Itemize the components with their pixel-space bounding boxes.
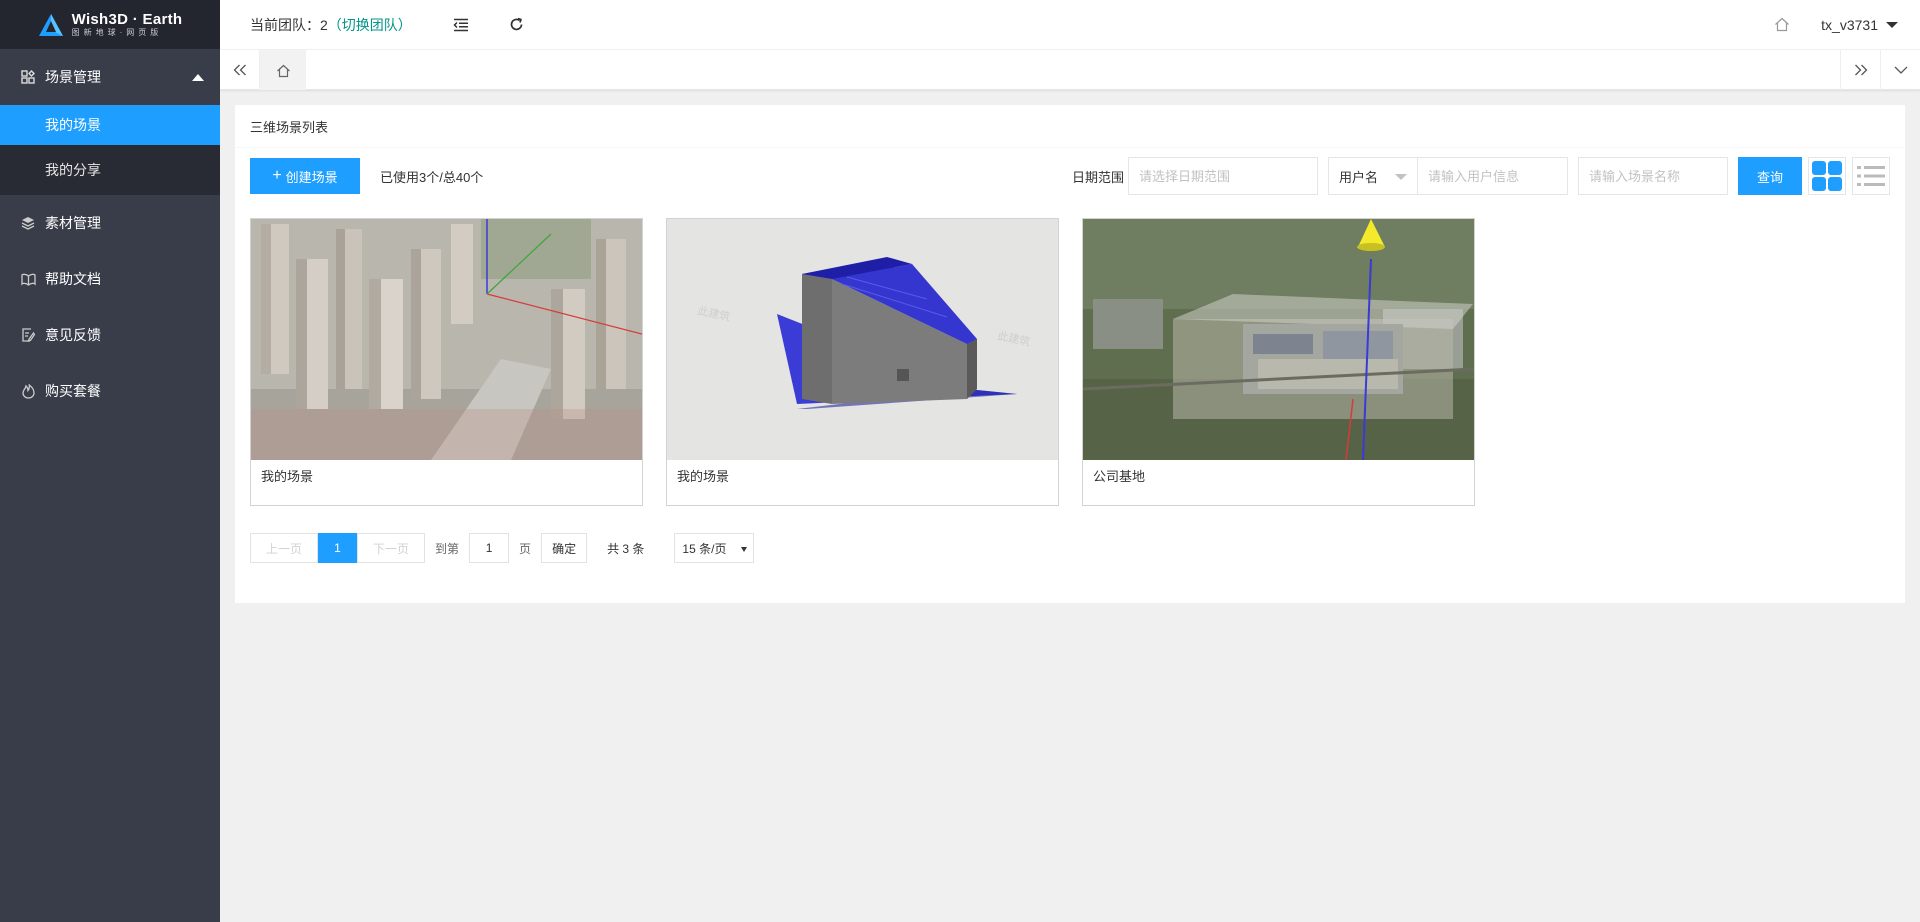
date-range-label: 日期范围 <box>1071 169 1124 185</box>
scene-card[interactable]: 此建筑 此建筑 我的场景 <box>666 218 1059 506</box>
total-count: 共 3 条 <box>607 541 645 556</box>
scene-name-input[interactable] <box>1578 157 1728 195</box>
sidebar-item-label: 购买套餐 <box>45 383 101 399</box>
user-info-input[interactable] <box>1418 157 1568 195</box>
sidebar-item-label: 素材管理 <box>45 215 101 231</box>
user-field-select[interactable]: 用户名 <box>1328 157 1418 195</box>
feedback-icon <box>20 327 36 343</box>
scene-list-card: 三维场景列表 + 创建场景 已使用3个/总40个 日期范围 用户名 查询 <box>235 105 1905 603</box>
current-team: 当前团队：2（切换团队） <box>250 15 412 35</box>
sidebar-item-my-scenes[interactable]: 我的场景 <box>0 105 220 145</box>
fire-icon <box>20 383 36 399</box>
goto-confirm-button[interactable]: 确定 <box>541 533 588 563</box>
top-header: 当前团队：2（切换团队） tx_v3731 <box>220 0 1920 50</box>
create-scene-button[interactable]: + 创建场景 <box>250 158 360 194</box>
scene-title: 我的场景 <box>261 469 314 484</box>
sidebar-item-materials[interactable]: 素材管理 <box>0 195 220 251</box>
scene-thumbnail-warehouse: 此建筑 此建筑 <box>667 219 1058 460</box>
list-view-button[interactable] <box>1852 157 1890 195</box>
collapse-menu-icon[interactable] <box>452 16 470 34</box>
logo-subtitle: 图新地球·网页版 <box>71 28 163 37</box>
team-label: 当前团队：2 <box>250 16 328 33</box>
sidebar-item-my-shares[interactable]: 我的分享 <box>0 145 220 195</box>
page-unit-label: 页 <box>519 541 532 556</box>
book-icon <box>20 271 36 287</box>
tab-options-dropdown[interactable] <box>1880 50 1920 90</box>
scene-grid: 我的场景 此建筑 此建筑 我的场景 公司基地 <box>250 218 1475 506</box>
page-size-value: 15 条/页 <box>682 541 727 556</box>
refresh-icon[interactable] <box>508 16 526 34</box>
tab-home[interactable] <box>260 50 306 90</box>
usage-text: 已使用3个/总40个 <box>380 169 484 185</box>
sidebar-item-label: 我的分享 <box>45 162 101 178</box>
plus-icon: + <box>272 167 282 184</box>
prev-page-button[interactable]: 上一页 <box>250 533 319 563</box>
logo-title: Wish3D · Earth <box>71 11 183 28</box>
apps-icon <box>20 69 36 85</box>
scene-title: 公司基地 <box>1093 469 1146 484</box>
double-chevron-left-icon <box>233 64 246 76</box>
caret-down-icon <box>741 547 748 552</box>
create-scene-label: 创建场景 <box>285 169 338 185</box>
tabs-bar <box>220 50 1920 90</box>
sidebar-item-label: 意见反馈 <box>45 327 101 343</box>
caret-down-icon <box>1395 174 1407 180</box>
sidebar-item-scene-management[interactable]: 场景管理 <box>0 49 220 105</box>
sidebar-item-purchase[interactable]: 购买套餐 <box>0 363 220 419</box>
caret-up-icon <box>192 74 204 81</box>
username[interactable]: tx_v3731 <box>1821 17 1878 33</box>
grid-view-button[interactable] <box>1808 157 1846 195</box>
next-page-button[interactable]: 下一页 <box>357 533 426 563</box>
scene-title: 我的场景 <box>677 469 730 484</box>
page-size-select[interactable]: 15 条/页 <box>674 533 755 563</box>
sub-menu: 我的场景 我的分享 <box>0 105 220 195</box>
scene-thumbnail-campus <box>1083 219 1474 460</box>
grid-view-icon <box>1812 161 1842 191</box>
home-icon <box>276 64 290 78</box>
scene-card[interactable]: 我的场景 <box>250 218 643 506</box>
date-range-input[interactable] <box>1128 157 1318 195</box>
scroll-tabs-left-button[interactable] <box>220 50 260 90</box>
layers-icon <box>20 215 36 231</box>
goto-label: 到第 <box>435 541 460 556</box>
logo-icon <box>38 13 63 36</box>
home-icon[interactable] <box>1773 16 1791 34</box>
user-field-select-value: 用户名 <box>1339 169 1379 185</box>
list-view-icon <box>1857 166 1885 186</box>
scroll-tabs-right-button[interactable] <box>1840 50 1880 90</box>
sidebar-item-label: 场景管理 <box>45 69 101 85</box>
scene-card[interactable]: 公司基地 <box>1082 218 1475 506</box>
sidebar-item-label: 我的场景 <box>45 117 101 133</box>
sidebar: Wish3D · Earth 图新地球·网页版 场景管理 我的场景 我的分享 素… <box>0 0 220 922</box>
caret-down-icon[interactable] <box>1886 21 1898 28</box>
pagination: 上一页 1 下一页 到第 页 确定 共 3 条 15 条/页 <box>250 533 755 563</box>
switch-team-link[interactable]: （切换团队） <box>328 17 412 33</box>
sidebar-item-label: 帮助文档 <box>45 271 101 287</box>
double-chevron-right-icon <box>1854 64 1867 76</box>
scene-thumbnail-city <box>251 219 642 460</box>
logo[interactable]: Wish3D · Earth 图新地球·网页版 <box>0 0 220 49</box>
chevron-down-icon <box>1894 66 1907 74</box>
sidebar-item-help-docs[interactable]: 帮助文档 <box>0 251 220 307</box>
sidebar-item-feedback[interactable]: 意见反馈 <box>0 307 220 363</box>
filters: 日期范围 用户名 查询 <box>1072 157 1890 195</box>
card-title: 三维场景列表 <box>235 105 1905 148</box>
page-button-current[interactable]: 1 <box>318 533 358 563</box>
goto-page-input[interactable] <box>469 533 510 563</box>
query-button[interactable]: 查询 <box>1738 157 1802 195</box>
toolbar: + 创建场景 已使用3个/总40个 日期范围 用户名 查询 <box>250 157 1890 195</box>
